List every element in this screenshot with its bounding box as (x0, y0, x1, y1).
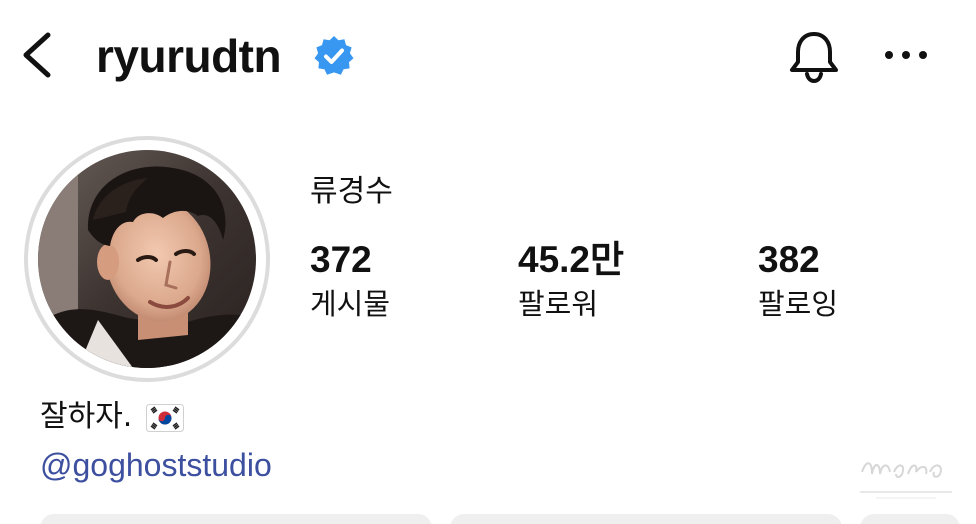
more-horizontal-icon (885, 51, 927, 59)
bio-text: 잘하자. (40, 399, 133, 434)
following-count[interactable]: 382 팔로잉 (758, 236, 838, 324)
stat-value: 45.2만 (518, 239, 625, 280)
watermark-logo (860, 462, 952, 499)
posts-count[interactable]: 372 게시물 (310, 236, 390, 324)
chevron-left-icon (23, 32, 51, 78)
message-button[interactable] (450, 514, 842, 524)
profile-username: ryurudtn (96, 30, 282, 82)
notifications-button[interactable] (784, 26, 844, 86)
stat-value: 372 (310, 239, 372, 280)
stat-label: 팔로워 (518, 287, 599, 321)
profile-display-name: 류경수 (310, 174, 393, 209)
suggested-accounts-button[interactable] (860, 514, 960, 524)
verified-badge-icon (314, 36, 354, 75)
stat-label: 팔로잉 (758, 287, 839, 321)
avatar[interactable] (24, 136, 270, 382)
stat-label: 게시물 (310, 287, 391, 321)
profile-photo (38, 150, 256, 368)
back-button[interactable] (18, 30, 58, 80)
follow-button[interactable] (40, 514, 432, 524)
south-korea-flag-icon (146, 404, 185, 432)
instagram-profile-screen: ryurudtn 류경수 372 게시물 45.2만 팔로워 382 팔로잉 잘… (0, 0, 976, 524)
profile-photo-illustration (38, 150, 256, 368)
bio-link[interactable]: @goghoststudio (40, 442, 272, 488)
more-options-button[interactable] (880, 40, 932, 70)
bio: 잘하자. (40, 394, 185, 440)
bell-icon (790, 32, 838, 84)
stat-value: 382 (758, 239, 820, 280)
followers-count[interactable]: 45.2만 팔로워 (518, 236, 624, 324)
